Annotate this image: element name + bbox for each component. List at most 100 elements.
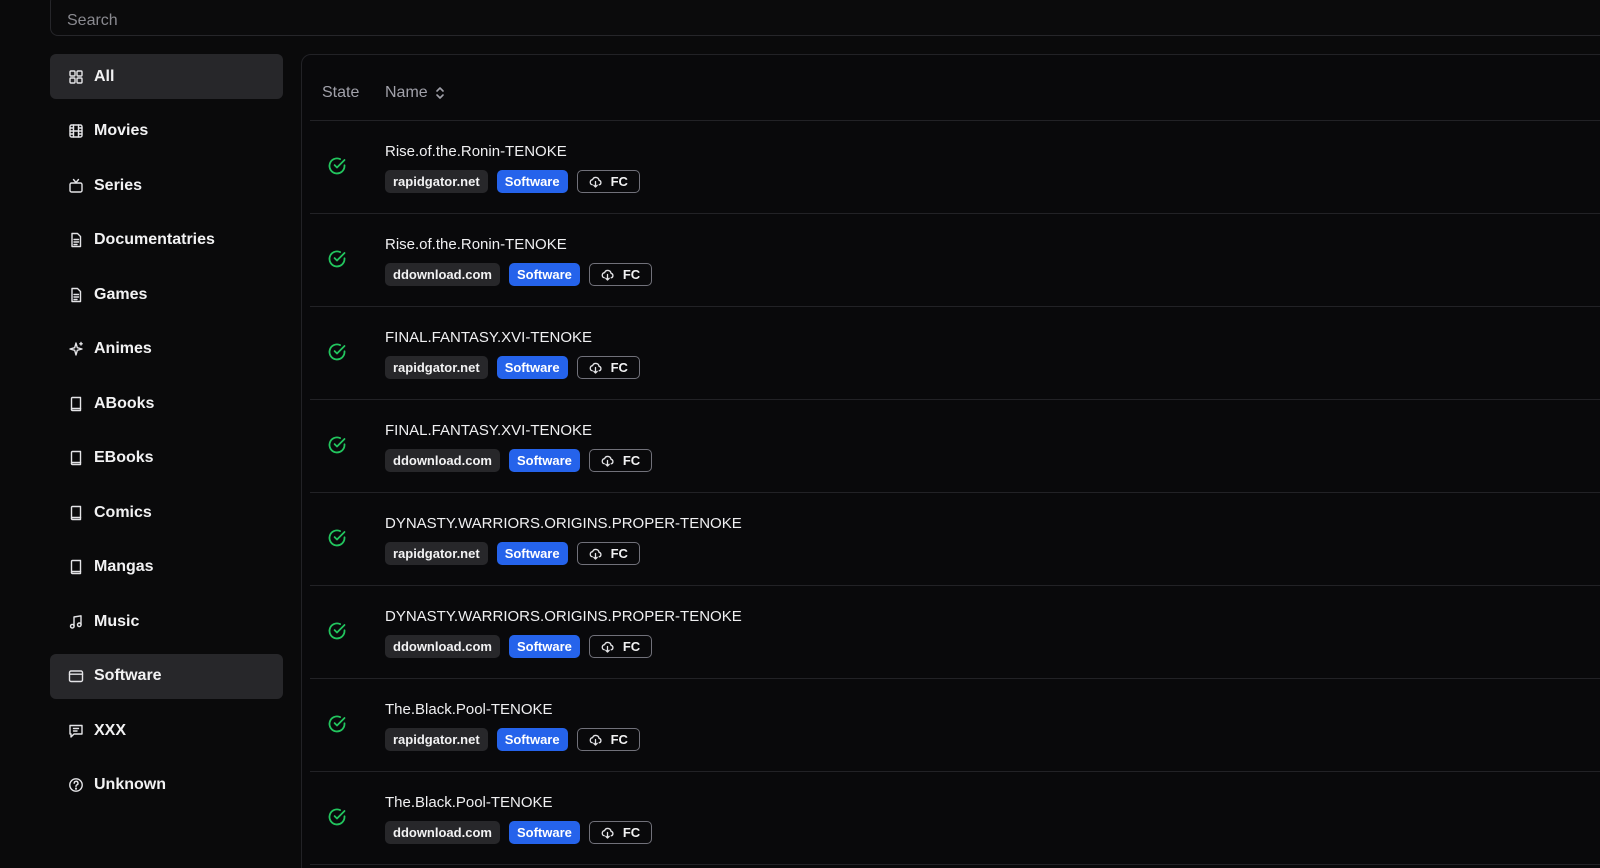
sidebar-item-label: All [94, 67, 115, 85]
sparkles-icon [68, 341, 84, 357]
item-name[interactable]: The.Black.Pool-TENOKE [385, 794, 553, 811]
host-badge[interactable]: rapidgator.net [385, 170, 488, 193]
check-circle-icon [327, 714, 347, 734]
item-name[interactable]: FINAL.FANTASY.XVI-TENOKE [385, 329, 592, 346]
item-name[interactable]: DYNASTY.WARRIORS.ORIGINS.PROPER-TENOKE [385, 608, 742, 625]
book-icon [68, 396, 84, 412]
check-circle-icon [327, 435, 347, 455]
column-header-name[interactable]: Name [385, 84, 445, 102]
sidebar-item-comics[interactable]: Comics [50, 490, 283, 535]
category-badge[interactable]: Software [508, 449, 580, 472]
item-name[interactable]: DYNASTY.WARRIORS.ORIGINS.PROPER-TENOKE [385, 515, 742, 532]
sidebar-item-label: Comics [94, 503, 152, 521]
table-row[interactable]: DYNASTY.WARRIORS.ORIGINS.PROPER-TENOKE dd… [310, 586, 1600, 679]
sidebar-item-label: Unknown [94, 776, 166, 793]
host-badge[interactable]: ddownload.com [385, 635, 500, 658]
table-row[interactable]: DYNASTY.WARRIORS.ORIGINS.PROPER-TENOKE ra… [310, 493, 1600, 586]
host-badge[interactable]: rapidgator.net [385, 728, 488, 751]
cloud-download-icon [589, 362, 602, 374]
music-icon [68, 614, 84, 630]
fc-badge[interactable]: FC [588, 263, 653, 286]
app-root: Search All Movies Series Documentatries Game… [0, 0, 1600, 868]
sidebar-item-xxx[interactable]: XXX [50, 708, 283, 753]
fc-badge[interactable]: FC [576, 170, 640, 193]
cloud-download-icon [589, 176, 602, 188]
sidebar-item-label: EBooks [94, 449, 154, 466]
category-badge[interactable]: Software [508, 635, 580, 658]
sidebar-item-ebooks[interactable]: EBooks [50, 436, 283, 481]
table-row[interactable]: Rise.of.the.Ronin-TENOKE rapidgator.net So… [310, 121, 1600, 214]
sidebar-item-unknown[interactable]: Unknown [50, 763, 283, 808]
sidebar-item-label: Games [94, 285, 148, 303]
sidebar-item-all[interactable]: All [50, 54, 283, 99]
book-icon [68, 450, 84, 466]
search-input[interactable]: Search [50, 0, 1600, 36]
item-tags: ddownload.com Software FC [385, 635, 661, 658]
sidebar-item-movies[interactable]: Movies [50, 109, 283, 154]
sort-chevrons-icon[interactable] [435, 86, 445, 100]
fc-badge[interactable]: FC [588, 635, 653, 658]
fc-badge[interactable]: FC [576, 356, 640, 379]
sidebar-item-label: Movies [94, 122, 149, 139]
category-badge[interactable]: Software [496, 170, 568, 193]
item-name[interactable]: Rise.of.the.Ronin-TENOKE [385, 236, 567, 253]
table-row[interactable]: The.Black.Pool-TENOKE rapidgator.net Softw… [310, 679, 1600, 772]
sidebar-item-mangas[interactable]: Mangas [50, 545, 283, 590]
item-name[interactable]: FINAL.FANTASY.XVI-TENOKE [385, 422, 592, 439]
sidebar-item-label: Mangas [94, 558, 154, 575]
column-header-state: State [322, 84, 360, 101]
category-badge[interactable]: Software [496, 542, 568, 565]
sidebar-item-animes[interactable]: Animes [50, 327, 283, 372]
check-circle-icon [327, 342, 347, 362]
cloud-download-icon [601, 269, 614, 281]
host-badge[interactable]: ddownload.com [385, 263, 500, 286]
sidebar-item-label: Series [94, 176, 143, 194]
sidebar-item-abooks[interactable]: ABooks [50, 381, 283, 426]
host-badge[interactable]: ddownload.com [385, 449, 500, 472]
results-table: State Name Rise.of.the.Ronin-TENOKE rapid… [301, 54, 1600, 868]
category-badge[interactable]: Software [508, 263, 580, 286]
fc-badge[interactable]: FC [576, 542, 640, 565]
fc-badge-label: FC [622, 267, 641, 282]
host-badge[interactable]: rapidgator.net [385, 356, 488, 379]
check-circle-icon [327, 807, 347, 827]
category-badge[interactable]: Software [496, 356, 568, 379]
item-name[interactable]: The.Black.Pool-TENOKE [385, 701, 553, 718]
sidebar: All Movies Series Documentatries Games Animes… [50, 54, 283, 817]
table-body: Rise.of.the.Ronin-TENOKE rapidgator.net So… [310, 121, 1600, 865]
table-row[interactable]: Rise.of.the.Ronin-TENOKE ddownload.com Sof… [310, 214, 1600, 307]
item-tags: ddownload.com Software FC [385, 449, 661, 472]
item-tags: rapidgator.net Software FC [385, 728, 649, 751]
item-name[interactable]: Rise.of.the.Ronin-TENOKE [385, 143, 567, 160]
fc-badge-label: FC [622, 825, 641, 840]
sidebar-item-music[interactable]: Music [50, 599, 283, 644]
fc-badge[interactable]: FC [576, 728, 640, 751]
sidebar-item-label: Documentatries [94, 231, 215, 248]
fc-badge-label: FC [610, 360, 628, 375]
sidebar-item-label: Music [94, 612, 140, 630]
fc-badge[interactable]: FC [588, 821, 653, 844]
host-badge[interactable]: ddownload.com [385, 821, 500, 844]
table-row[interactable]: FINAL.FANTASY.XVI-TENOKE rapidgator.net So… [310, 307, 1600, 400]
table-row[interactable]: The.Black.Pool-TENOKE ddownload.com Softwa… [310, 772, 1600, 865]
sidebar-item-series[interactable]: Series [50, 163, 283, 208]
sidebar-item-documentatries[interactable]: Documentatries [50, 218, 283, 263]
cloud-download-icon [589, 734, 602, 746]
host-badge[interactable]: rapidgator.net [385, 542, 488, 565]
fc-badge-label: FC [610, 732, 628, 747]
fc-badge[interactable]: FC [588, 449, 653, 472]
browser-window-icon [68, 668, 84, 684]
sidebar-item-software[interactable]: Software [50, 653, 283, 699]
cloud-download-icon [589, 548, 602, 560]
category-badge[interactable]: Software [496, 728, 568, 751]
sidebar-item-label: Animes [94, 340, 152, 357]
item-tags: ddownload.com Software FC [385, 821, 661, 844]
grid-icon [68, 69, 84, 85]
table-row[interactable]: FINAL.FANTASY.XVI-TENOKE ddownload.com Sof… [310, 400, 1600, 493]
fc-badge-label: FC [610, 174, 628, 189]
sidebar-item-games[interactable]: Games [50, 272, 283, 317]
category-badge[interactable]: Software [508, 821, 580, 844]
cloud-download-icon [601, 827, 614, 839]
item-tags: rapidgator.net Software FC [385, 356, 649, 379]
item-tags: rapidgator.net Software FC [385, 170, 649, 193]
